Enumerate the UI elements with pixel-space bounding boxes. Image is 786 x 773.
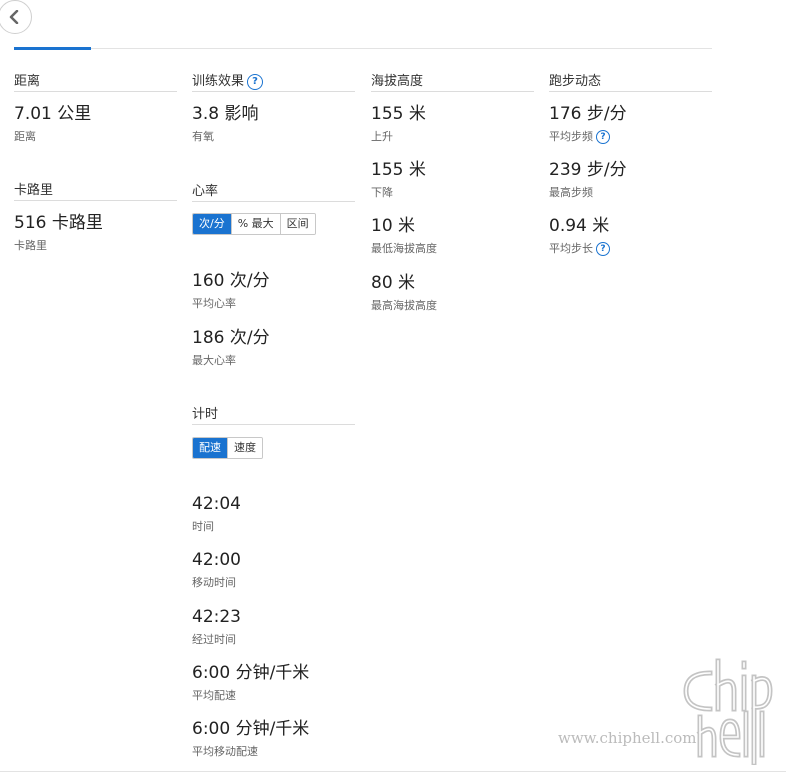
avg-cadence-value: 176 步/分 bbox=[549, 104, 627, 124]
pace-speed-toggle: 配速 速度 bbox=[192, 437, 263, 459]
timing-heading: 计时 bbox=[192, 406, 355, 425]
moving-time-label: 移动时间 bbox=[192, 576, 236, 589]
training-effect-heading: 训练效果? bbox=[192, 73, 355, 92]
avg-stride-length-value: 0.94 米 bbox=[549, 216, 610, 236]
avg-moving-pace-label: 平均移动配速 bbox=[192, 745, 258, 758]
heart-rate-heading: 心率 bbox=[192, 183, 355, 202]
calories-heading: 卡路里 bbox=[14, 182, 177, 201]
tab-underline bbox=[14, 48, 712, 49]
min-elevation-value: 10 米 bbox=[371, 216, 416, 236]
max-heart-rate-label: 最大心率 bbox=[192, 354, 236, 367]
max-elevation-value: 80 米 bbox=[371, 273, 416, 293]
elevation-loss-label: 下降 bbox=[371, 186, 393, 199]
avg-cadence-label: 平均步频 bbox=[549, 130, 593, 143]
max-cadence-label: 最高步频 bbox=[549, 186, 593, 199]
elevation-heading: 海拔高度 bbox=[371, 73, 534, 92]
training-effect-value: 3.8 影响 bbox=[192, 104, 259, 124]
time-label: 时间 bbox=[192, 520, 214, 533]
elapsed-time-value: 42:23 bbox=[192, 607, 241, 627]
elevation-gain-value: 155 米 bbox=[371, 104, 426, 124]
avg-pace-label: 平均配速 bbox=[192, 689, 236, 702]
bottom-divider bbox=[0, 771, 786, 772]
max-elevation-label: 最高海拔高度 bbox=[371, 299, 437, 312]
avg-heart-rate-value: 160 次/分 bbox=[192, 271, 270, 291]
chevron-left-icon bbox=[9, 10, 19, 24]
avg-stride-row: 平均步长? bbox=[549, 242, 610, 256]
distance-label: 距离 bbox=[14, 130, 36, 143]
back-button[interactable] bbox=[0, 0, 32, 34]
elevation-gain-label: 上升 bbox=[371, 130, 393, 143]
avg-heart-rate-label: 平均心率 bbox=[192, 297, 236, 310]
chiphell-logo bbox=[683, 658, 773, 765]
training-effect-label: 有氧 bbox=[192, 130, 214, 143]
avg-pace-value: 6:00 分钟/千米 bbox=[192, 663, 310, 683]
toggle-speed[interactable]: 速度 bbox=[227, 438, 262, 458]
avg-moving-pace-value: 6:00 分钟/千米 bbox=[192, 719, 310, 739]
avg-cadence-row: 平均步频? bbox=[549, 130, 610, 144]
distance-heading: 距离 bbox=[14, 73, 177, 92]
chiphell-url: www.chiphell.com bbox=[558, 729, 697, 747]
elevation-loss-value: 155 米 bbox=[371, 160, 426, 180]
help-icon[interactable]: ? bbox=[596, 130, 610, 144]
toggle-zones[interactable]: 区间 bbox=[279, 214, 315, 234]
chiphell-watermark: www.chiphell.com bbox=[558, 655, 778, 765]
max-cadence-value: 239 步/分 bbox=[549, 160, 627, 180]
toggle-bpm[interactable]: 次/分 bbox=[193, 214, 231, 234]
running-dynamics-heading: 跑步动态 bbox=[549, 73, 712, 92]
calories-label: 卡路里 bbox=[14, 239, 47, 252]
toggle-percent-max[interactable]: % 最大 bbox=[230, 214, 280, 234]
moving-time-value: 42:00 bbox=[192, 550, 241, 570]
toggle-pace[interactable]: 配速 bbox=[193, 438, 227, 458]
training-effect-heading-text: 训练效果 bbox=[192, 74, 245, 89]
help-icon[interactable]: ? bbox=[247, 73, 264, 90]
elapsed-time-label: 经过时间 bbox=[192, 633, 236, 646]
calories-value: 516 卡路里 bbox=[14, 213, 103, 233]
time-value: 42:04 bbox=[192, 494, 241, 514]
avg-stride-length-label: 平均步长 bbox=[549, 242, 593, 255]
help-icon[interactable]: ? bbox=[596, 242, 610, 256]
max-heart-rate-value: 186 次/分 bbox=[192, 328, 270, 348]
active-tab-indicator bbox=[14, 47, 91, 50]
distance-value: 7.01 公里 bbox=[14, 104, 92, 124]
heart-rate-unit-toggle: 次/分 % 最大 区间 bbox=[192, 213, 316, 235]
min-elevation-label: 最低海拔高度 bbox=[371, 242, 437, 255]
